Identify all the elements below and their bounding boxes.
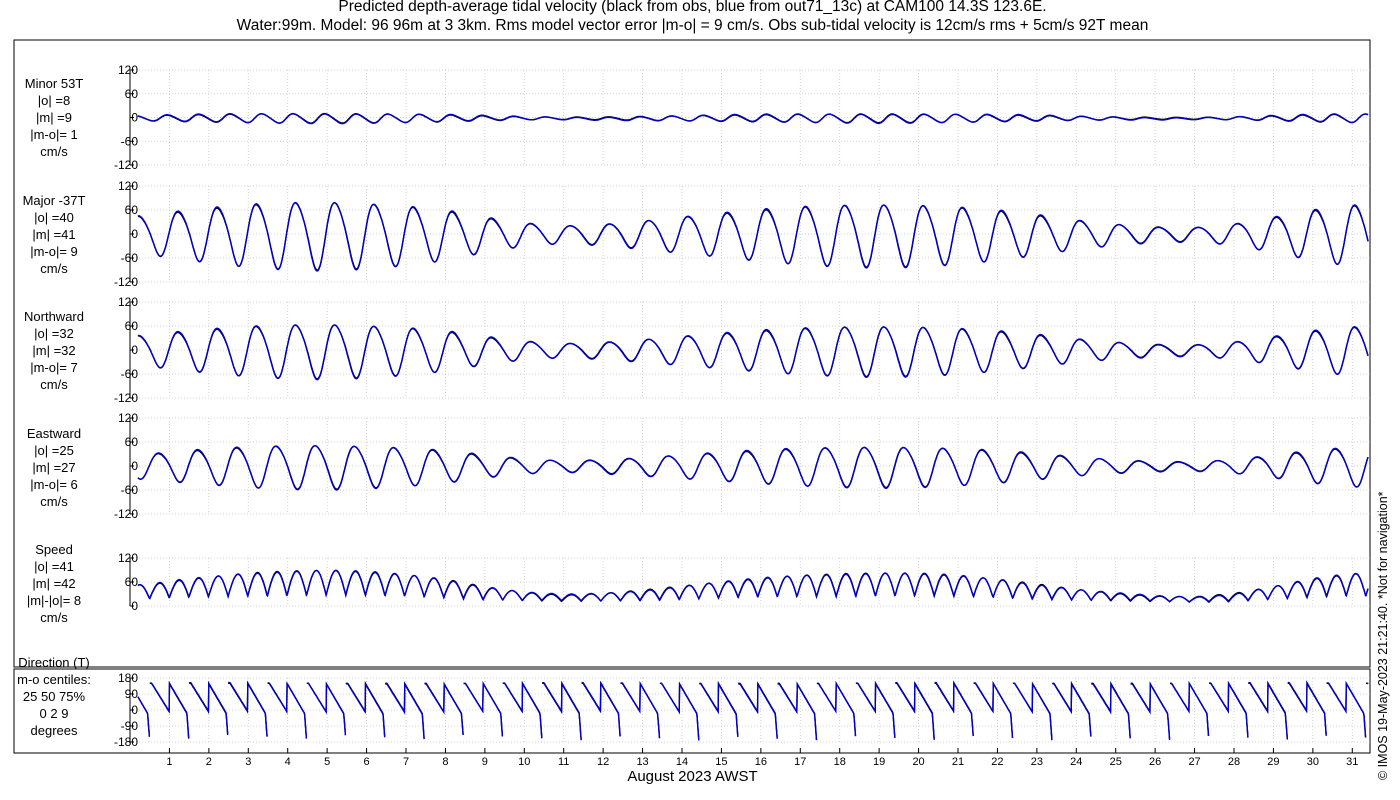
panel-label-line: Minor 53T [24, 76, 84, 91]
panel-label-line: degrees [30, 723, 78, 738]
obs-series-line-direction [137, 680, 1369, 741]
x-tick-label: 13 [636, 756, 648, 768]
panel-label-line: |m| =41 [32, 227, 76, 242]
x-tick-label: 31 [1346, 756, 1358, 768]
panel-label-line: |m|-|o|= 8 [26, 593, 82, 608]
x-tick-label: 8 [442, 756, 448, 768]
x-tick-label: 14 [676, 756, 688, 768]
panel-label-line: |m| =9 [35, 110, 73, 125]
y-tick-label: -120 [114, 391, 138, 405]
x-tick-label: 25 [1110, 756, 1122, 768]
y-tick-label: -120 [114, 275, 138, 289]
x-tick-label: 18 [834, 756, 846, 768]
obs-series-line-major [137, 202, 1369, 271]
x-tick-label: 3 [245, 756, 251, 768]
panel-label-line: |m| =27 [32, 460, 76, 475]
x-tick-label: 5 [324, 756, 330, 768]
y-tick-label: -60 [121, 251, 139, 265]
panel-label-line: Major -37T [22, 193, 86, 208]
panel-label-major: Major -37T |o| =40 |m| =41 |m-o|= 9 cm/s [0, 192, 108, 277]
x-tick-label: 28 [1228, 756, 1240, 768]
copyright-watermark: © IMOS 19-May-2023 21:21:40. *Not for na… [1376, 491, 1390, 780]
x-tick-label: 7 [403, 756, 409, 768]
panel-label-line: cm/s [40, 261, 68, 276]
panel-label-minor: Minor 53T |o| =8 |m| =9 |m-o|= 1 cm/s [0, 75, 108, 160]
x-tick-label: 21 [952, 756, 964, 768]
panel-label-line: |o| =8 [37, 93, 71, 108]
x-tick-label: 1 [166, 756, 172, 768]
x-tick-label: 22 [991, 756, 1003, 768]
y-tick-label: 120 [118, 295, 138, 309]
panel-label-line: 0 2 9 [39, 706, 69, 721]
model-series-line-eastward [137, 445, 1369, 491]
panel-label-line: cm/s [40, 610, 68, 625]
y-tick-label: -60 [121, 367, 139, 381]
y-tick-label: 180 [118, 671, 138, 685]
panel-label-eastward: Eastward |o| =25 |m| =27 |m-o|= 6 cm/s [0, 425, 108, 510]
panel-label-line: Direction (T) [18, 655, 90, 670]
x-tick-label: 17 [794, 756, 806, 768]
panel-label-line: |o| =32 [34, 326, 74, 341]
upper-frame [13, 39, 1371, 668]
panel-label-speed: Speed |o| =41 |m| =42 |m|-|o|= 8 cm/s [0, 541, 108, 626]
panel-label-line: cm/s [40, 494, 68, 509]
panel-label-line: |m-o|= 7 [30, 360, 78, 375]
obs-series-line-eastward [137, 445, 1369, 490]
x-axis-label: August 2023 AWST [627, 768, 758, 785]
panel-label-line: m-o centiles: [17, 672, 91, 687]
y-tick-label: -120 [114, 507, 138, 521]
panel-label-line: |m-o|= 1 [30, 127, 78, 142]
panel-label-line: cm/s [40, 144, 68, 159]
panel-label-northward: Northward |o| =32 |m| =32 |m-o|= 7 cm/s [0, 308, 108, 393]
y-tick-label: 120 [118, 63, 138, 77]
panel-label-line: |m-o|= 9 [30, 244, 78, 259]
panel-label-line: cm/s [40, 377, 68, 392]
panel-label-line: Speed [35, 542, 73, 557]
x-tick-label: 6 [364, 756, 370, 768]
model-series-line-northward [137, 324, 1369, 381]
x-tick-label: 9 [482, 756, 488, 768]
y-tick-label: -90 [121, 719, 139, 733]
x-tick-label: 30 [1307, 756, 1319, 768]
panel-label-line: |o| =25 [34, 443, 74, 458]
x-tick-label: 16 [755, 756, 767, 768]
x-tick-label: 24 [1070, 756, 1082, 768]
panel-label-line: |m-o|= 6 [30, 477, 78, 492]
y-tick-label: -120 [114, 158, 138, 172]
panel-label-line: |o| =41 [34, 559, 74, 574]
x-tick-label: 12 [597, 756, 609, 768]
model-series-line-major [137, 201, 1369, 272]
y-tick-label: -60 [121, 483, 139, 497]
panel-label-line: Northward [24, 309, 84, 324]
panel-label-line: |o| =40 [34, 210, 74, 225]
panel-label-line: |m| =32 [32, 343, 76, 358]
x-tick-label: 10 [518, 756, 530, 768]
obs-series-line-northward [137, 324, 1369, 380]
x-tick-label: 4 [285, 756, 291, 768]
panel-label-line: |m| =42 [32, 576, 76, 591]
x-tick-label: 15 [715, 756, 727, 768]
model-series-line-direction [137, 680, 1369, 741]
chart-canvas: 120600-60-120120600-60-120120600-60-1201… [13, 39, 1372, 768]
x-tick-label: 26 [1149, 756, 1161, 768]
x-tick-label: 2 [206, 756, 212, 768]
x-tick-label: 27 [1188, 756, 1200, 768]
y-tick-label: 120 [118, 551, 138, 565]
panel-label-line: 25 50 75% [22, 689, 86, 704]
y-tick-label: 120 [118, 179, 138, 193]
x-tick-label: 11 [558, 756, 569, 768]
y-tick-label: 120 [118, 411, 138, 425]
panel-label-line: Eastward [26, 426, 82, 441]
y-tick-label: -60 [121, 134, 139, 148]
x-tick-label: 20 [912, 756, 924, 768]
x-tick-label: 19 [873, 756, 885, 768]
panel-label-direction: Direction (T) m-o centiles: 25 50 75% 0 … [0, 654, 108, 739]
y-tick-label: -180 [114, 735, 138, 749]
x-tick-label: 29 [1267, 756, 1279, 768]
x-tick-label: 23 [1031, 756, 1043, 768]
